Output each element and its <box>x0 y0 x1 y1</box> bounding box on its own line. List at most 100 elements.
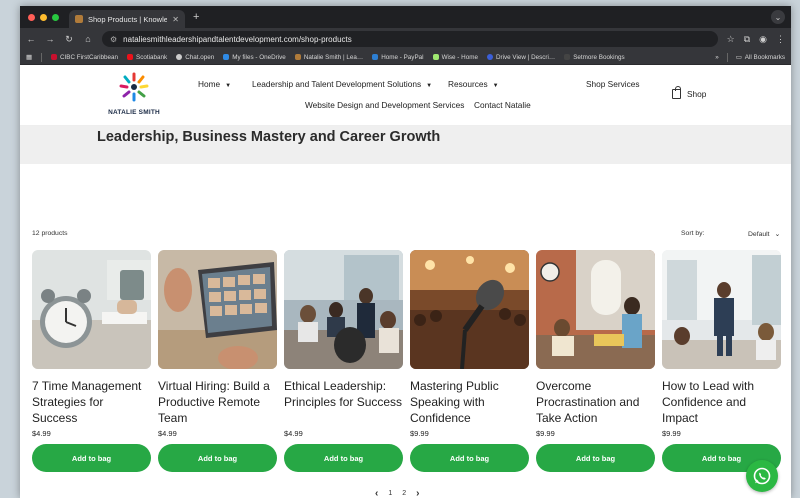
bookmarks-divider <box>726 52 728 62</box>
reload-icon[interactable]: ↻ <box>64 34 74 45</box>
logo-burst-icon <box>119 72 149 102</box>
product-price: $9.99 <box>410 429 429 438</box>
pagination: ‹ 1 2 › <box>375 488 420 498</box>
active-tab[interactable]: Shop Products | Knowledge … ✕ <box>69 10 185 28</box>
bookmark-item[interactable]: Home - PayPal <box>372 54 424 61</box>
browser-window: Shop Products | Knowledge … ✕ + ⌄ ← → ↻ … <box>20 6 791 498</box>
page-title: Leadership, Business Mastery and Career … <box>97 129 441 145</box>
product-image[interactable] <box>284 250 403 369</box>
nav-web-design[interactable]: Website Design and Development Services <box>305 100 464 110</box>
url-text: nataliesmithleadershipandtalentdevelopme… <box>123 34 352 44</box>
product-card[interactable]: Overcome Procrastination and Take Action… <box>536 250 655 472</box>
chevron-down-icon: ▼ <box>225 83 232 89</box>
video-call-image <box>158 250 277 369</box>
page-hero: Leadership, Business Mastery and Career … <box>20 126 791 164</box>
site-info-icon[interactable]: ⚙ <box>110 35 117 44</box>
page-link[interactable]: 2 <box>402 490 406 497</box>
product-card[interactable]: Virtual Hiring: Build a Productive Remot… <box>158 250 277 472</box>
close-tab-icon[interactable]: ✕ <box>172 15 179 24</box>
add-to-bag-button[interactable]: Add to bag <box>536 444 655 472</box>
window-controls <box>28 13 59 21</box>
product-price: $9.99 <box>536 429 555 438</box>
product-count: 12 products <box>32 230 68 237</box>
sort-select[interactable]: Default ⌄ <box>748 230 780 239</box>
bookmark-star-icon[interactable]: ☆ <box>727 34 735 45</box>
product-image[interactable] <box>536 250 655 369</box>
bookmark-favicon-icon <box>223 54 230 60</box>
product-price: $4.99 <box>32 429 51 438</box>
product-title[interactable]: How to Lead with Confidence and Impact <box>662 378 781 427</box>
product-title[interactable]: Mastering Public Speaking with Confidenc… <box>410 378 529 427</box>
more-bookmarks-button[interactable]: » <box>715 54 719 61</box>
chevron-down-icon: ▼ <box>492 83 499 89</box>
new-tab-button[interactable]: + <box>193 11 199 23</box>
product-card[interactable]: How to Lead with Confidence and Impact $… <box>662 250 781 472</box>
shopping-bag-icon <box>672 86 681 99</box>
bookmark-favicon-icon <box>432 54 439 60</box>
site-header: NATALIE SMITH Home ▼ Leadership and Talen… <box>20 65 791 126</box>
home-icon[interactable]: ⌂ <box>83 34 93 44</box>
bookmark-item[interactable]: Setmore Bookings <box>564 54 625 61</box>
nav-shop-services[interactable]: Shop Services <box>586 79 640 89</box>
bookmark-item[interactable]: CIBC FirstCaribbean <box>50 54 118 61</box>
product-image[interactable] <box>410 250 529 369</box>
bookmark-item[interactable]: Chat.open <box>176 54 214 61</box>
product-card[interactable]: Mastering Public Speaking with Confidenc… <box>410 250 529 472</box>
product-card[interactable]: 7 Time Management Strategies for Success… <box>32 250 151 472</box>
product-card[interactable]: Ethical Leadership: Principles for Succe… <box>284 250 403 472</box>
whatsapp-chat-button[interactable] <box>746 460 778 492</box>
add-to-bag-button[interactable]: Add to bag <box>410 444 529 472</box>
nav-leadership[interactable]: Leadership and Talent Development Soluti… <box>252 79 432 89</box>
maximize-window-button[interactable] <box>52 13 59 21</box>
bookmark-item[interactable]: Natalie Smith | Lea… <box>294 54 363 61</box>
url-field[interactable]: ⚙ nataliesmithleadershipandtalentdevelop… <box>102 31 718 47</box>
bookmark-favicon-icon <box>127 54 134 60</box>
bookmark-favicon-icon <box>176 54 183 60</box>
bookmark-item[interactable]: My files - OneDrive <box>223 54 286 61</box>
nav-home[interactable]: Home ▼ <box>198 79 231 89</box>
minimize-window-button[interactable] <box>40 13 47 21</box>
product-price: $4.99 <box>284 429 303 438</box>
bookmark-item[interactable]: Wise - Home <box>432 54 478 61</box>
bookmark-item[interactable]: Drive View | Descri… <box>486 54 555 61</box>
product-image[interactable] <box>32 250 151 369</box>
tab-search-icon[interactable]: ⌄ <box>771 10 785 24</box>
product-title[interactable]: Ethical Leadership: Principles for Succe… <box>284 378 403 427</box>
page-link[interactable]: 1 <box>388 490 392 497</box>
close-window-button[interactable] <box>28 13 35 21</box>
office-coworkers-image <box>536 250 655 369</box>
product-title[interactable]: Overcome Procrastination and Take Action <box>536 378 655 427</box>
site-favicon-icon <box>75 15 83 23</box>
prev-page-button[interactable]: ‹ <box>375 488 378 498</box>
nav-resources[interactable]: Resources ▼ <box>448 79 499 89</box>
bookmark-favicon-icon <box>294 54 301 60</box>
add-to-bag-button[interactable]: Add to bag <box>284 444 403 472</box>
forward-icon[interactable]: → <box>45 34 55 44</box>
apps-icon[interactable]: ▦ <box>26 54 32 61</box>
add-to-bag-button[interactable]: Add to bag <box>158 444 277 472</box>
product-image[interactable] <box>158 250 277 369</box>
product-title[interactable]: 7 Time Management Strategies for Success <box>32 378 151 427</box>
site-logo[interactable]: NATALIE SMITH <box>106 71 162 121</box>
boardroom-image <box>284 250 403 369</box>
shop-cart-link[interactable]: Shop <box>672 86 706 99</box>
nav-contact[interactable]: Contact Natalie <box>474 100 531 110</box>
next-page-button[interactable]: › <box>416 488 419 498</box>
product-image[interactable] <box>662 250 781 369</box>
chevron-down-icon: ▼ <box>426 83 433 89</box>
bookmark-item[interactable]: Scotiabank <box>127 54 167 61</box>
profile-icon[interactable]: ◉ <box>759 34 767 45</box>
more-menu-icon[interactable]: ⋮ <box>776 34 785 45</box>
extensions-icon[interactable]: ⧉ <box>744 34 750 45</box>
all-bookmarks-button[interactable]: ▭ All Bookmarks <box>736 54 785 61</box>
alarm-clock-image <box>32 250 151 369</box>
product-price: $9.99 <box>662 429 681 438</box>
product-title[interactable]: Virtual Hiring: Build a Productive Remot… <box>158 378 277 427</box>
microphone-image <box>410 250 529 369</box>
product-price: $4.99 <box>158 429 177 438</box>
add-to-bag-button[interactable]: Add to bag <box>32 444 151 472</box>
tab-bar: Shop Products | Knowledge … ✕ + ⌄ <box>20 6 791 28</box>
back-icon[interactable]: ← <box>26 34 36 44</box>
bookmarks-bar: ▦ CIBC FirstCaribbean Scotiabank Chat.op… <box>20 50 791 65</box>
product-grid: 7 Time Management Strategies for Success… <box>32 250 782 472</box>
